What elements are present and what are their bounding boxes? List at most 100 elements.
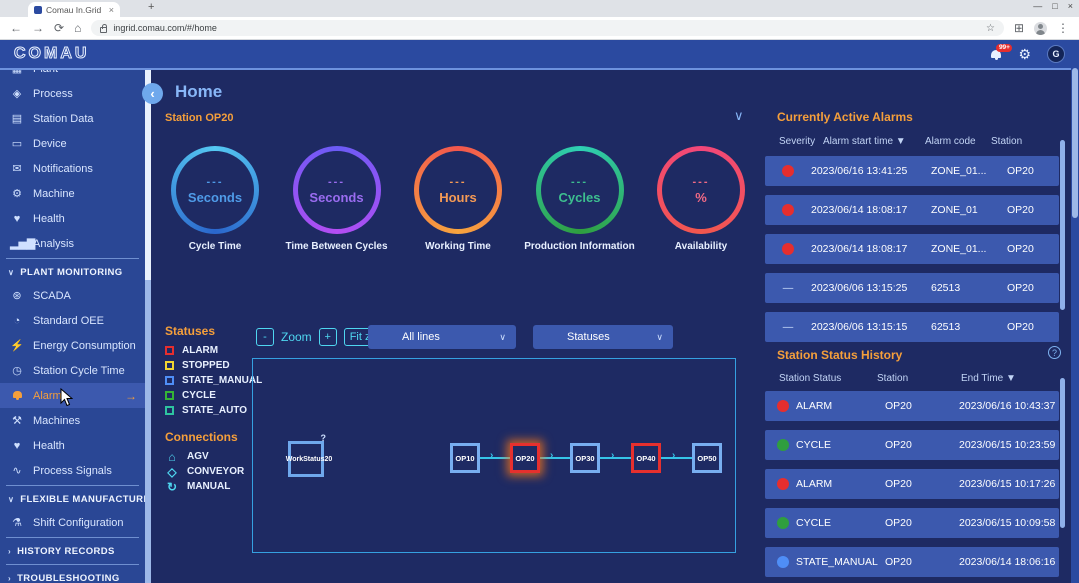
page-scrollbar[interactable] [1071, 40, 1079, 583]
severity-dash: — [783, 321, 794, 333]
history-row[interactable]: STATE_MANUAL OP20 2023/06/14 18:06:16 [765, 547, 1059, 577]
sidebar-section-history-records[interactable]: › HISTORY RECORDS [0, 540, 145, 562]
help-icon[interactable]: ? [1048, 346, 1061, 359]
back-icon[interactable]: ← [10, 22, 22, 34]
device-icon: ▭ [10, 137, 24, 150]
sidebar-item-health-monitoring[interactable]: ♥ Health [0, 433, 145, 458]
zoom-out-button[interactable]: - [256, 328, 274, 346]
gauge-ring: --- % [657, 146, 745, 234]
history-row[interactable]: CYCLE OP20 2023/06/15 10:09:58 [765, 508, 1059, 538]
collapse-sidebar-button[interactable]: ‹ [142, 83, 163, 104]
node-op20[interactable]: OP20 [510, 443, 540, 473]
sidebar-item-device[interactable]: ▭ Device [0, 131, 145, 156]
sidebar-item-health[interactable]: ♥ Health [0, 206, 145, 231]
sidebar-item-station-cycle-time[interactable]: ◷ Station Cycle Time [0, 358, 145, 383]
sidebar-item-shift-configuration[interactable]: ⚗ Shift Configuration [0, 510, 145, 535]
station-title: Station OP20 [165, 112, 233, 124]
home-icon[interactable]: ⌂ [74, 22, 81, 34]
sidebar-item-station-data[interactable]: ▤ Station Data [0, 106, 145, 131]
alarms-scrollbar[interactable] [1060, 140, 1065, 310]
alarm-row[interactable]: 2023/06/16 13:41:25 ZONE_01... OP20 [765, 156, 1059, 186]
tab-close-icon[interactable]: × [109, 5, 114, 15]
bookmark-star-icon[interactable]: ☆ [986, 23, 995, 34]
sidebar-item-process[interactable]: ◈ Process [0, 81, 145, 106]
browser-menu-icon[interactable]: ⋮ [1057, 22, 1069, 34]
history-header-end-time[interactable]: End Time ▼ [961, 373, 1016, 384]
history-row[interactable]: CYCLE OP20 2023/06/15 10:23:59 [765, 430, 1059, 460]
sidebar-item-standard-oee[interactable]: ◔ Standard OEE [0, 308, 145, 333]
history-header-status: Station Status [779, 373, 841, 384]
active-alarms-title: Currently Active Alarms [777, 110, 913, 124]
node-op40[interactable]: OP40 [631, 443, 661, 473]
panel-collapse-chevron-icon[interactable]: ∨ [734, 108, 744, 124]
bell-icon [12, 391, 23, 401]
zoom-in-button[interactable]: + [319, 328, 337, 346]
alarm-row[interactable]: — 2023/06/06 13:15:25 62513 OP20 [765, 273, 1059, 303]
window-maximize-button[interactable]: □ [1052, 1, 1057, 11]
zoom-label: Zoom [281, 330, 312, 344]
user-avatar[interactable]: G [1047, 45, 1065, 63]
node-workstatus20[interactable]: WorkStatus20 ? [288, 441, 324, 477]
line-diagram[interactable]: WorkStatus20 ? › › › › OP10 OP20 OP30 OP… [252, 358, 736, 553]
extensions-icon[interactable]: ⊞ [1014, 22, 1024, 34]
window-close-button[interactable]: × [1068, 1, 1073, 11]
browser-tab[interactable]: Comau In.Grid × [28, 2, 120, 17]
chevron-down-icon: ∨ [499, 332, 506, 343]
notifications-bell-icon[interactable]: 99+ [990, 49, 1002, 60]
settings-gear-icon[interactable]: ⚙ [1018, 47, 1031, 61]
lines-filter-dropdown[interactable]: All lines ∨ [368, 325, 516, 349]
sidebar-section-plant-monitoring[interactable]: ∨ PLANT MONITORING [0, 261, 145, 283]
kpi-gauges: --- Seconds Cycle Time --- Seconds Time … [159, 146, 757, 252]
notification-badge: 99+ [996, 44, 1012, 52]
node-op10[interactable]: OP10 [450, 443, 480, 473]
alarm-row[interactable]: 2023/06/14 18:08:17 ZONE_01 OP20 [765, 195, 1059, 225]
mouse-cursor [60, 388, 73, 407]
sidebar-item-scada[interactable]: ⊛ SCADA [0, 283, 145, 308]
sidebar-section-flexible-manufacturing[interactable]: ∨ FLEXIBLE MANUFACTURING [0, 488, 145, 510]
alarm-row[interactable]: — 2023/06/06 13:15:15 62513 OP20 [765, 312, 1059, 342]
profile-icon[interactable] [1034, 22, 1047, 35]
gauge-ring: --- Seconds [293, 146, 381, 234]
sidebar-item-energy-consumption[interactable]: ⚡ Energy Consumption [0, 333, 145, 358]
node-op30[interactable]: OP30 [570, 443, 600, 473]
alarm-row[interactable]: 2023/06/14 18:08:17 ZONE_01... OP20 [765, 234, 1059, 264]
history-scrollbar[interactable] [1060, 378, 1065, 528]
conveyor-icon: ◇ [165, 465, 179, 479]
shift-config-icon: ⚗ [10, 516, 24, 529]
comau-ingrid-dashboard: Comau In.Grid × + — □ × ← → ⟳ ⌂ ingrid.c… [0, 0, 1079, 583]
analysis-icon: ▂▅▇ [10, 237, 24, 250]
statuses-filter-dropdown[interactable]: Statuses ∨ [533, 325, 673, 349]
browser-toolbar: ← → ⟳ ⌂ ingrid.comau.com/#/home ☆ ⊞ ⋮ [0, 17, 1079, 40]
history-row[interactable]: ALARM OP20 2023/06/16 10:43:37 [765, 391, 1059, 421]
page-title: Home [175, 82, 222, 102]
status-dot [777, 517, 789, 529]
oee-icon: ◔ [10, 315, 24, 327]
sidebar-item-analysis[interactable]: ▂▅▇ Analysis [0, 231, 145, 256]
machine-icon: ⚙ [10, 187, 24, 200]
new-tab-button[interactable]: + [148, 1, 154, 13]
divider [6, 564, 139, 565]
sidebar-section-troubleshooting[interactable]: › TROUBLESHOOTING [0, 567, 145, 583]
grid-icon: ▦ [10, 70, 24, 75]
window-minimize-button[interactable]: — [1033, 1, 1042, 11]
address-bar[interactable]: ingrid.comau.com/#/home ☆ [91, 20, 1004, 36]
sidebar-item-plant[interactable]: ▦ Plant [0, 70, 145, 81]
severity-dash: — [783, 282, 794, 294]
sidebar-item-machine[interactable]: ⚙ Machine [0, 181, 145, 206]
sidebar-item-notifications[interactable]: ✉ Notifications [0, 156, 145, 181]
alarms-header-start-time[interactable]: Alarm start time ▼ [823, 136, 906, 147]
connection-line [480, 457, 510, 459]
health-icon: ♥ [10, 440, 24, 452]
reload-icon[interactable]: ⟳ [54, 22, 64, 34]
sidebar-item-machines[interactable]: ⚒ Machines [0, 408, 145, 433]
sidebar-item-process-signals[interactable]: ∿ Process Signals [0, 458, 145, 483]
manual-icon: ↻ [165, 480, 179, 494]
gauge-production-information: --- Cycles Production Information [524, 146, 636, 252]
history-row[interactable]: ALARM OP20 2023/06/15 10:17:26 [765, 469, 1059, 499]
node-op50[interactable]: OP50 [692, 443, 722, 473]
connection-line [661, 457, 692, 459]
energy-icon: ⚡ [10, 339, 24, 352]
cycle-time-icon: ◷ [10, 364, 24, 377]
severity-dot [782, 165, 794, 177]
forward-icon[interactable]: → [32, 22, 44, 34]
